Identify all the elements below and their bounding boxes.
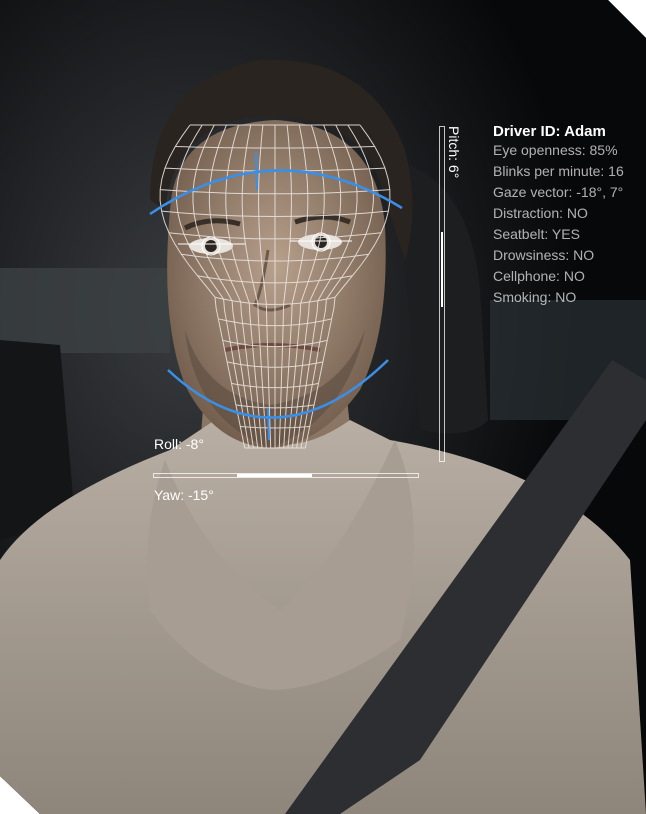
eye-openness: Eye openness: 85%: [493, 142, 618, 158]
blinks-per-minute: Blinks per minute: 16: [493, 163, 624, 179]
yaw-gauge: [153, 473, 419, 478]
pitch-indicator: [441, 232, 443, 308]
pitch-gauge: [439, 126, 445, 462]
gaze-vector: Gaze vector: -18°, 7°: [493, 184, 624, 200]
pitch-label: Pitch: 6°: [446, 126, 462, 179]
yaw-label: Yaw: -15°: [154, 487, 214, 503]
camera-frame: Pitch: 6° Roll: -8° Yaw: -15° Driver ID:…: [0, 0, 646, 814]
roll-label: Roll: -8°: [154, 436, 204, 452]
left-iris: [205, 240, 217, 252]
cellphone-status: Cellphone: NO: [493, 268, 585, 284]
drowsiness-status: Drowsiness: NO: [493, 247, 595, 263]
rear-window: [0, 268, 170, 353]
driver-info-panel: Driver ID: Adam Eye openness: 85% Blinks…: [493, 123, 646, 308]
smoking-status: Smoking: NO: [493, 289, 577, 305]
seatbelt-status: Seatbelt: YES: [493, 226, 580, 242]
yaw-indicator: [237, 474, 313, 477]
brow-axis: [255, 151, 258, 191]
distraction-status: Distraction: NO: [493, 205, 588, 221]
driver-id: Driver ID: Adam: [493, 123, 606, 140]
jaw-axis: [267, 407, 270, 441]
